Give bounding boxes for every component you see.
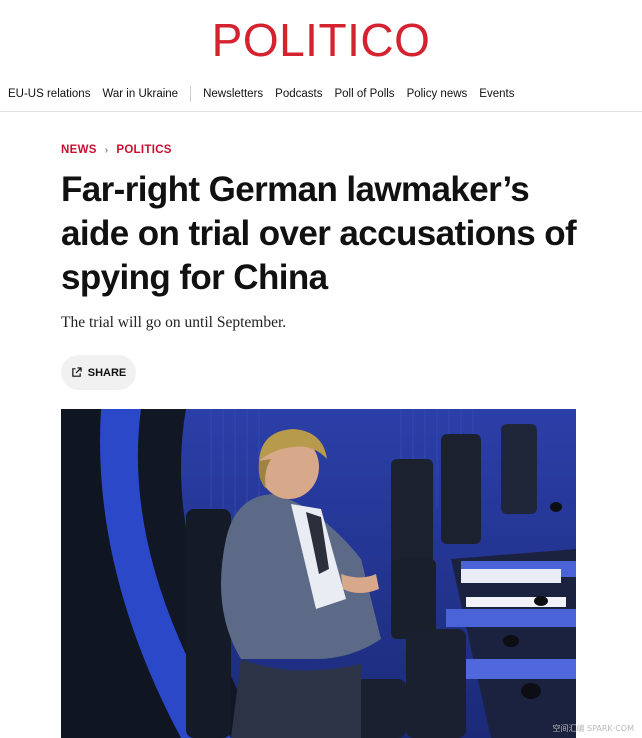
nav-item-newsletters[interactable]: Newsletters <box>197 88 269 100</box>
watermark: 空间汇编 SPARK·COM <box>552 724 634 733</box>
politico-logo[interactable]: POLITICO <box>0 14 642 66</box>
breadcrumb-news-link[interactable]: NEWS <box>61 144 97 156</box>
article-headline: Far-right German lawmaker’s aide on tria… <box>61 170 577 297</box>
nav-item-podcasts[interactable]: Podcasts <box>269 88 328 100</box>
nav-item-policy-news[interactable]: Policy news <box>401 88 474 100</box>
breadcrumb: NEWS › POLITICS <box>61 144 172 156</box>
breadcrumb-politics-link[interactable]: POLITICS <box>116 144 171 156</box>
nav-divider <box>190 86 192 102</box>
top-navigation: EU-US relations War in Ukraine Newslette… <box>0 82 642 106</box>
share-icon <box>71 367 82 378</box>
chevron-right-icon: › <box>104 144 109 156</box>
nav-divider-rule <box>0 111 642 112</box>
article-dek: The trial will go on until September. <box>61 314 287 331</box>
share-label: SHARE <box>87 366 127 379</box>
nav-item-eu-us-relations[interactable]: EU-US relations <box>0 88 96 100</box>
article-photo <box>61 409 576 738</box>
nav-item-poll-of-polls[interactable]: Poll of Polls <box>328 88 400 100</box>
nav-item-war-in-ukraine[interactable]: War in Ukraine <box>96 88 184 100</box>
nav-item-events[interactable]: Events <box>473 88 520 100</box>
share-button[interactable]: SHARE <box>61 355 136 390</box>
